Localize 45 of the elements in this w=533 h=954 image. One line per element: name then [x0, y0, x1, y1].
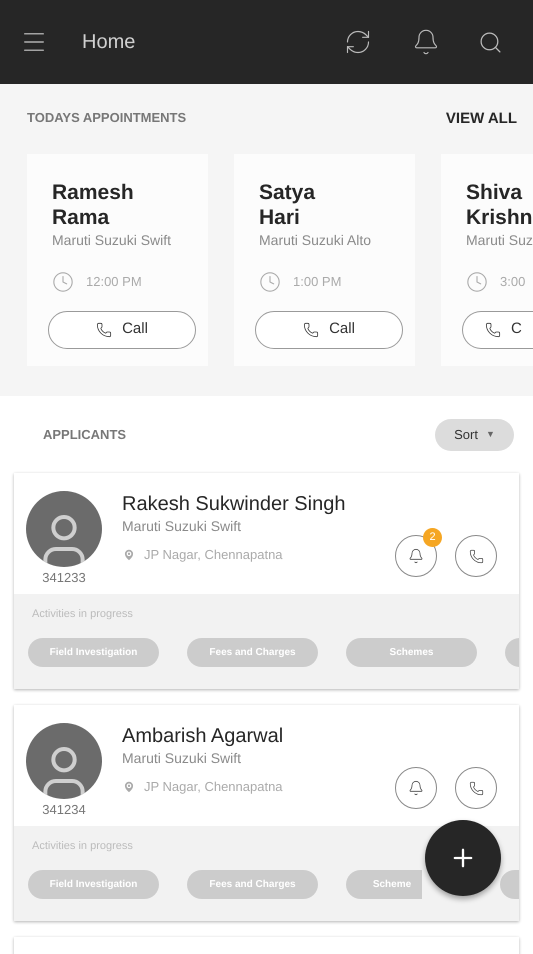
bell-icon [408, 548, 424, 564]
appointment-car: Maruti Suz [466, 230, 533, 250]
call-button[interactable]: Call [255, 310, 403, 348]
bell-icon [408, 780, 424, 796]
applicant-id: 341234 [42, 801, 86, 819]
notification-icon[interactable] [412, 28, 440, 56]
appointment-time: 12:00 PM [86, 272, 142, 291]
call-button[interactable]: Call [48, 310, 196, 348]
section-title: APPLICANTS [43, 426, 126, 444]
appointment-name: Shiva Krishn [466, 180, 532, 230]
phone-icon [468, 780, 484, 796]
applicant-location: JP Nagar, Chennapatna [144, 546, 283, 564]
phone-button[interactable] [455, 535, 497, 577]
location-pin-icon [122, 548, 136, 562]
section-title: TODAYS APPOINTMENTS [27, 109, 186, 127]
applicant-car: Maruti Suzuki Swift [122, 749, 242, 767]
applicant-name: Rakesh Sukwinder Singh [122, 492, 346, 517]
appointment-car: Maruti Suzuki Swift [52, 230, 172, 250]
phone-icon [485, 322, 501, 338]
appointment-name: Ramesh Rama [52, 180, 134, 230]
dropdown-caret-icon: ▼ [486, 428, 495, 442]
sort-button[interactable]: Sort ▼ [435, 418, 514, 450]
clock-icon [466, 270, 488, 292]
clock-icon [259, 270, 281, 292]
phone-button[interactable] [455, 767, 497, 809]
applicant-id: 341233 [42, 569, 86, 587]
call-button[interactable]: C [462, 310, 533, 348]
applicant-name: Ambarish Agarwal [122, 724, 284, 749]
clock-icon [52, 270, 74, 292]
appointment-name: Satya Hari [259, 180, 316, 230]
applicant-location: JP Nagar, Chennapatna [144, 778, 283, 796]
notification-button[interactable] [395, 767, 437, 809]
appointment-time: 1:00 PM [293, 272, 342, 291]
appointment-time: 3:00 [500, 272, 526, 291]
search-icon[interactable] [478, 30, 503, 54]
location-pin-icon [122, 780, 136, 794]
phone-icon [303, 322, 320, 338]
notification-badge: 2 [423, 528, 442, 547]
phone-icon [96, 322, 112, 338]
refresh-icon[interactable] [344, 28, 372, 56]
view-all-link[interactable]: VIEW ALL [446, 108, 517, 130]
appointment-car: Maruti Suzuki Alto [259, 230, 372, 250]
applicant-car: Maruti Suzuki Swift [122, 517, 242, 535]
phone-icon [468, 548, 484, 564]
app-bar-title: Home [82, 30, 136, 55]
